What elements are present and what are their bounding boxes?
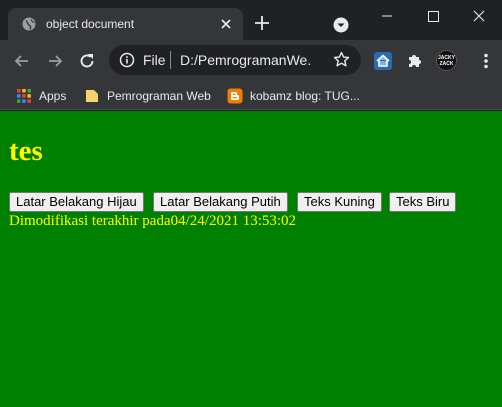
browser-toolbar: File D:/PemrogramanWe... JACKY ZACK [0,40,502,82]
bookmark-pemrograman-web[interactable]: Pemrograman Web [84,86,224,106]
back-arrow-icon[interactable] [12,51,32,71]
tab-search-icon[interactable] [333,17,349,33]
address-bar[interactable]: File D:/PemrogramanWe... [109,45,361,75]
bookmark-star-icon[interactable] [333,51,350,68]
scheme-label: File [143,52,166,68]
tab-title: object document [46,17,135,31]
window-close-icon[interactable] [466,6,492,26]
last-modified-text: Dimodifikasi terakhir pada04/24/2021 13:… [9,213,296,230]
bookmarks-bar: Apps Pemrograman Web kobamz blog: TUG... [0,82,502,110]
avatar-text-bottom: ZACK [439,61,454,67]
reload-icon[interactable] [77,51,97,71]
folder-icon [86,90,98,102]
blue-text-button[interactable]: Teks Biru [389,192,457,212]
yellow-text-button[interactable]: Teks Kuning [297,192,382,212]
bookmark-apps[interactable]: Apps [16,86,76,106]
close-icon[interactable] [218,16,234,32]
bookmark-label: Apps [39,89,67,103]
green-background-button[interactable]: Latar Belakang Hijau [9,192,144,212]
last-modified-label: Dimodifikasi terakhir pada [9,213,171,229]
maximize-icon[interactable] [420,6,446,26]
minimize-icon[interactable] [374,6,400,26]
new-tab-plus-icon[interactable] [255,16,269,30]
browser-tab[interactable]: object document [8,8,243,40]
page-body: tes Latar Belakang Hijau Latar Belakang … [0,111,502,407]
blogger-icon [227,88,243,104]
last-modified-datetime: 04/24/2021 13:53:02 [170,213,297,229]
profile-avatar[interactable]: JACKY ZACK [436,50,457,71]
bookmark-label: kobamz blog: TUG... [250,89,360,103]
bookmark-label: Pemrograman Web [107,89,211,103]
kebab-menu-icon[interactable] [476,51,496,71]
omnibox-divider [170,51,171,69]
home-extension-icon[interactable] [373,51,393,71]
apps-grid-icon [17,89,31,103]
globe-icon [22,17,36,31]
forward-arrow-icon[interactable] [45,51,65,71]
page-heading: tes [9,135,43,167]
url-text[interactable]: D:/PemrogramanWe... [180,52,310,68]
white-background-button[interactable]: Latar Belakang Putih [153,192,288,212]
tab-strip: object document [0,0,502,40]
info-icon[interactable] [119,52,135,68]
bookmark-kobamz-blog[interactable]: kobamz blog: TUG... [227,86,367,106]
extensions-puzzle-icon[interactable] [405,51,425,71]
